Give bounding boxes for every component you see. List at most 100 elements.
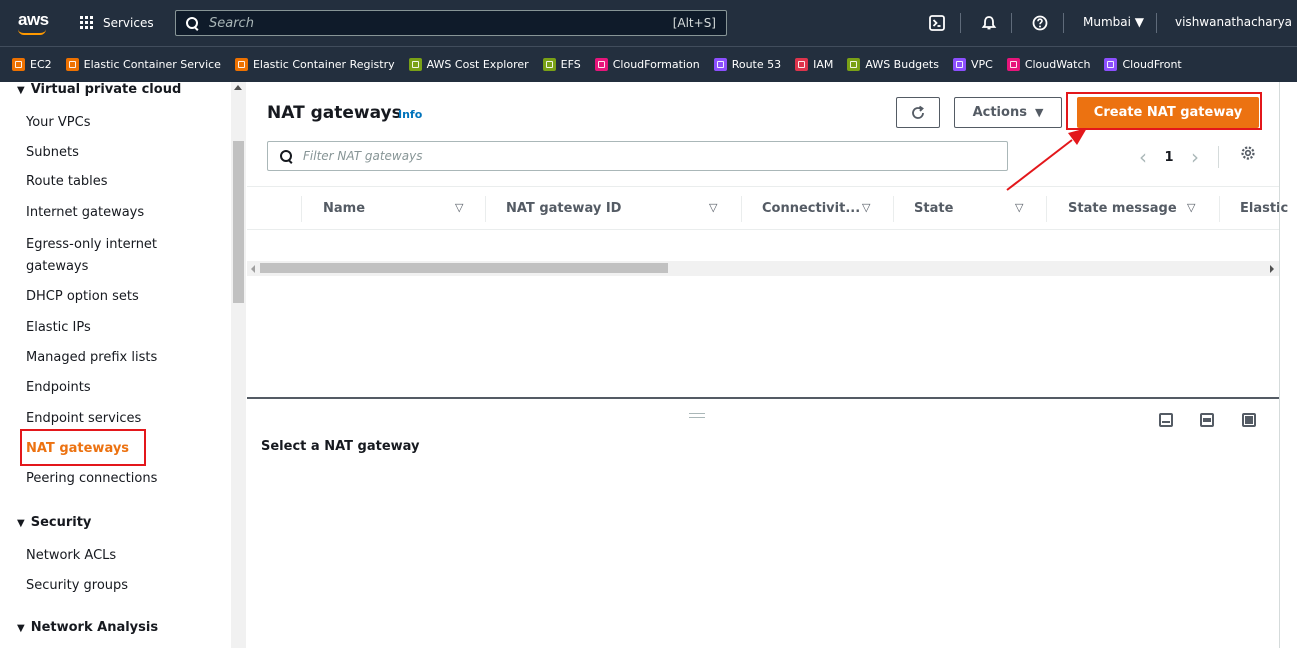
favorite-item[interactable]: Elastic Container Registry [234,58,395,71]
favorite-item[interactable]: VPC [952,58,993,71]
preferences-gear-icon[interactable] [1240,145,1256,161]
services-button[interactable]: Services [80,12,154,34]
refresh-button[interactable] [896,97,940,128]
split-bottom-icon[interactable] [1159,413,1173,427]
favorite-item[interactable]: CloudFormation [594,58,700,71]
previous-page-icon[interactable]: ‹ [1132,145,1154,169]
global-search-input[interactable] [199,15,673,31]
sidebar-item-route-tables[interactable]: Route tables [26,171,108,193]
sidebar-item-egress-only-internet-gateways[interactable]: Egress-only internet [26,234,157,256]
actions-dropdown-button[interactable]: Actions ▼ [954,97,1062,128]
favorite-item[interactable]: EFS [542,58,581,71]
favorite-item[interactable]: AWS Budgets [847,58,939,71]
nav-divider [960,13,961,33]
info-link[interactable]: Info [398,108,422,121]
sidebar-item-network-acls[interactable]: Network ACLs [26,545,116,567]
sidebar-item-elastic-ips[interactable]: Elastic IPs [26,317,91,339]
sidebar-item-peering-connections[interactable]: Peering connections [26,468,157,490]
sidebar-scrollbar-thumb[interactable] [233,141,244,303]
sidebar-item-dhcp-option-sets[interactable]: DHCP option sets [26,286,139,308]
column-divider [1046,196,1047,222]
region-selector[interactable]: Mumbai ▼ [1083,15,1144,29]
split-side-icon[interactable] [1200,413,1214,427]
caret-down-icon: ▼ [1034,106,1044,119]
service-icon [1006,58,1020,71]
sidebar-group-vpc[interactable]: ▼ Virtual private cloud [17,82,181,97]
sort-icon[interactable]: ▽ [1187,201,1195,214]
sidebar-item-security-groups[interactable]: Security groups [26,575,128,597]
service-icon [234,58,248,71]
collapse-triangle-icon: ▼ [17,518,25,529]
service-icon [542,58,556,71]
favorite-item[interactable]: Route 53 [713,58,782,71]
sidebar: ▼ Virtual private cloud Your VPCs Subnets… [0,82,246,648]
cloudshell-icon[interactable] [927,12,947,34]
page-number[interactable]: 1 [1154,150,1184,165]
column-header-state-message[interactable]: State message [1068,201,1177,216]
filter-nat-gateways-input[interactable] [293,149,1007,163]
favorite-item[interactable]: EC2 [12,58,52,71]
help-icon[interactable] [1030,12,1050,34]
favorite-label: Elastic Container Service [83,58,221,71]
sidebar-group-security[interactable]: ▼ Security [17,515,91,530]
column-header-state[interactable]: State [914,201,953,216]
favorite-item[interactable]: CloudFront [1104,58,1182,71]
service-icon [408,58,422,71]
nav-divider [1156,13,1157,33]
sidebar-item-endpoints[interactable]: Endpoints [26,377,91,399]
service-icon [594,58,608,71]
scroll-right-arrow-icon[interactable] [1270,265,1274,273]
sidebar-item-internet-gateways[interactable]: Internet gateways [26,202,144,224]
favorite-label: EFS [560,58,581,71]
sort-icon[interactable]: ▽ [862,201,870,214]
sidebar-item-your-vpcs[interactable]: Your VPCs [26,112,90,134]
sort-icon[interactable]: ▽ [1015,201,1023,214]
favorite-label: Route 53 [731,58,782,71]
sort-icon[interactable]: ▽ [709,201,717,214]
service-icon [847,58,861,71]
sidebar-item-endpoint-services[interactable]: Endpoint services [26,408,141,430]
filter-box[interactable] [267,141,1008,171]
collapse-triangle-icon: ▼ [17,623,25,634]
table-header-row: Name ▽ NAT gateway ID ▽ Connectivit... ▽… [247,186,1288,230]
column-header-name[interactable]: Name [323,201,365,216]
refresh-icon [912,105,924,119]
favorite-item[interactable]: Elastic Container Service [65,58,221,71]
favorite-item[interactable]: AWS Cost Explorer [408,58,529,71]
sidebar-item-managed-prefix-lists[interactable]: Managed prefix lists [26,347,157,369]
sidebar-group-network-analysis[interactable]: ▼ Network Analysis [17,620,158,635]
column-divider [893,196,894,222]
service-icon [65,58,79,71]
scroll-left-arrow-icon[interactable] [251,265,255,273]
column-header-elastic[interactable]: Elastic [1240,201,1288,216]
nat-gateways-highlight-box [20,429,146,466]
favorite-item[interactable]: IAM [795,58,833,71]
scroll-up-arrow-icon[interactable] [234,85,242,90]
favorite-item[interactable]: CloudWatch [1006,58,1090,71]
search-icon [280,149,293,163]
sidebar-item-subnets[interactable]: Subnets [26,142,79,164]
global-search[interactable]: [Alt+S] [175,10,727,36]
create-nat-gateway-button[interactable]: Create NAT gateway [1077,97,1259,128]
sort-icon[interactable]: ▽ [455,201,463,214]
favorite-label: AWS Cost Explorer [426,58,529,71]
account-menu[interactable]: vishwanathacharya [1175,15,1292,29]
next-page-icon[interactable]: › [1184,145,1206,169]
favorite-label: Elastic Container Registry [252,58,395,71]
column-header-connectivity[interactable]: Connectivit... [762,201,860,216]
aws-logo-text: aws [18,10,49,29]
pagination-divider [1218,146,1219,168]
notifications-bell-icon[interactable] [979,12,999,34]
sidebar-item-egress-only-internet-gateways-line2[interactable]: gateways [26,256,88,278]
nav-divider [1063,13,1064,33]
aws-logo[interactable]: aws [12,8,58,38]
column-divider [485,196,486,222]
resize-handle-icon[interactable] [689,413,705,418]
table-horizontal-scrollbar-thumb[interactable] [260,263,668,273]
column-header-nat-gateway-id[interactable]: NAT gateway ID [506,201,621,216]
favorites-bar: EC2 Elastic Container Service Elastic Cont… [0,46,1297,82]
detail-panel-title: Select a NAT gateway [261,439,420,454]
split-full-icon[interactable] [1242,413,1256,427]
service-icon [795,58,809,71]
actions-label: Actions [972,105,1027,120]
